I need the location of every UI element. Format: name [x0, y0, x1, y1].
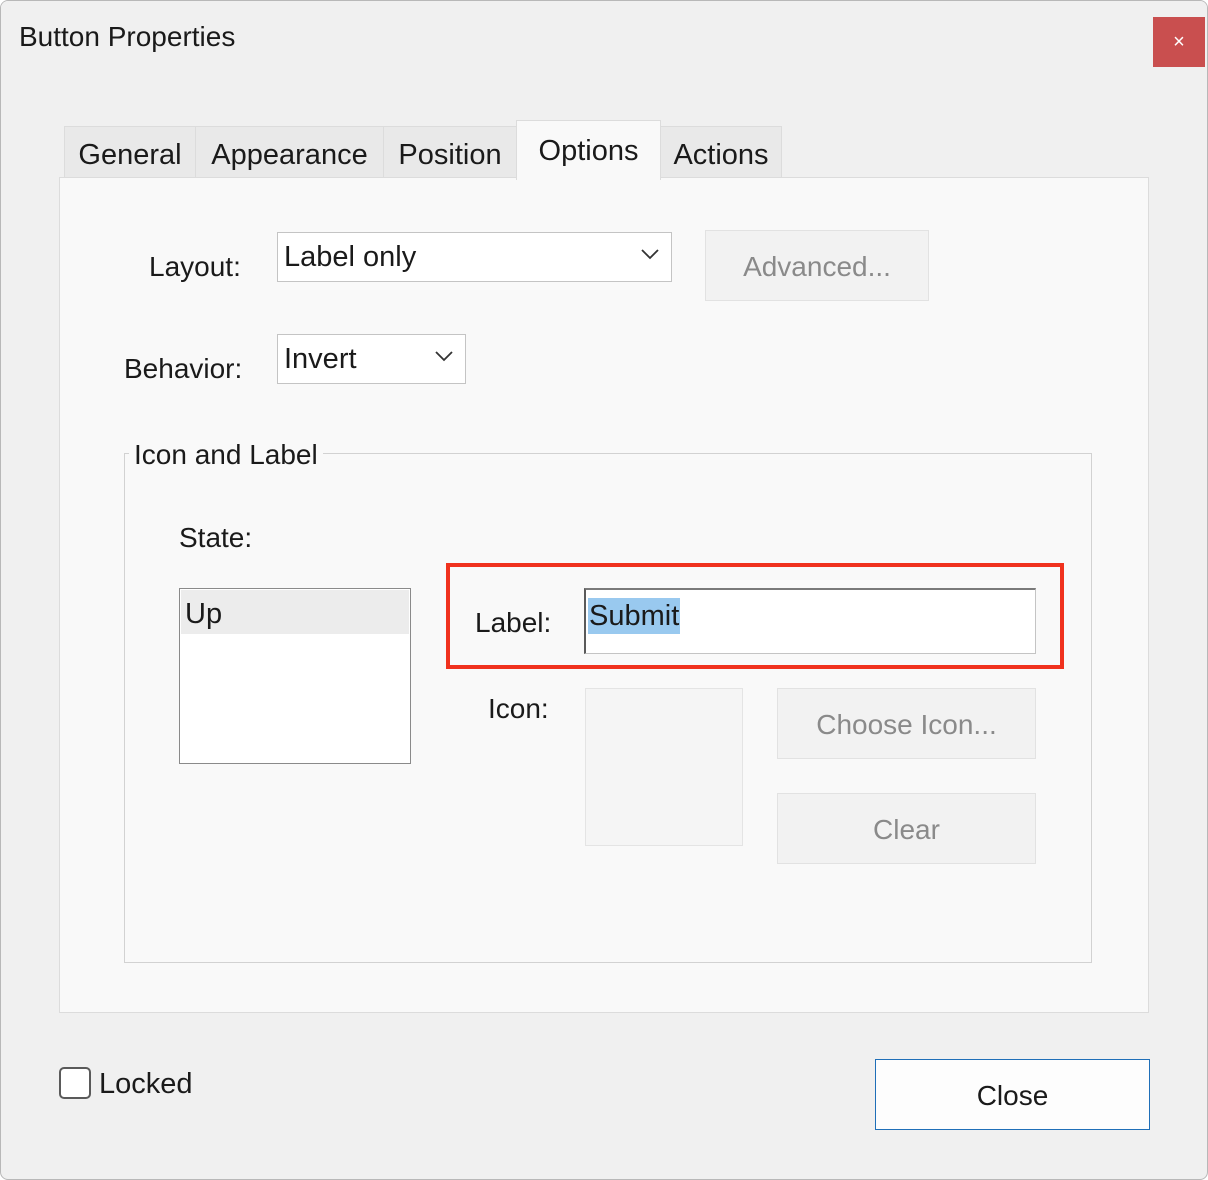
behavior-select-value: Invert	[284, 343, 357, 375]
layout-select[interactable]: Label only	[277, 232, 672, 282]
icon-label: Icon:	[488, 693, 549, 724]
tab-actions[interactable]: Actions	[660, 126, 782, 180]
window-title: Button Properties	[19, 21, 236, 52]
clear-button[interactable]: Clear	[777, 793, 1036, 864]
state-list[interactable]: Up	[179, 588, 411, 764]
layout-label: Layout:	[149, 251, 241, 282]
behavior-select[interactable]: Invert	[277, 334, 466, 384]
state-list-item[interactable]: Up	[181, 590, 409, 634]
tab-position[interactable]: Position	[383, 126, 517, 180]
locked-label: Locked	[99, 1068, 193, 1100]
button-properties-dialog: Button Properties × General Appearance P…	[0, 0, 1208, 1180]
chevron-down-icon	[435, 351, 453, 362]
icon-and-label-group-title: Icon and Label	[129, 439, 323, 471]
advanced-button[interactable]: Advanced...	[705, 230, 929, 301]
locked-checkbox[interactable]	[59, 1067, 91, 1099]
icon-preview	[585, 688, 743, 846]
tab-general[interactable]: General	[64, 126, 196, 180]
state-label: State:	[179, 522, 253, 553]
layout-select-value: Label only	[284, 241, 417, 273]
label-field-highlight	[446, 563, 1064, 669]
title-bar: Button Properties ×	[1, 1, 1207, 73]
tab-options[interactable]: Options	[516, 120, 661, 180]
window-close-button[interactable]: ×	[1153, 17, 1205, 67]
tab-appearance[interactable]: Appearance	[195, 126, 384, 180]
behavior-label: Behavior:	[124, 353, 243, 384]
chevron-down-icon	[641, 249, 659, 260]
choose-icon-button[interactable]: Choose Icon...	[777, 688, 1036, 759]
close-button[interactable]: Close	[875, 1059, 1150, 1130]
